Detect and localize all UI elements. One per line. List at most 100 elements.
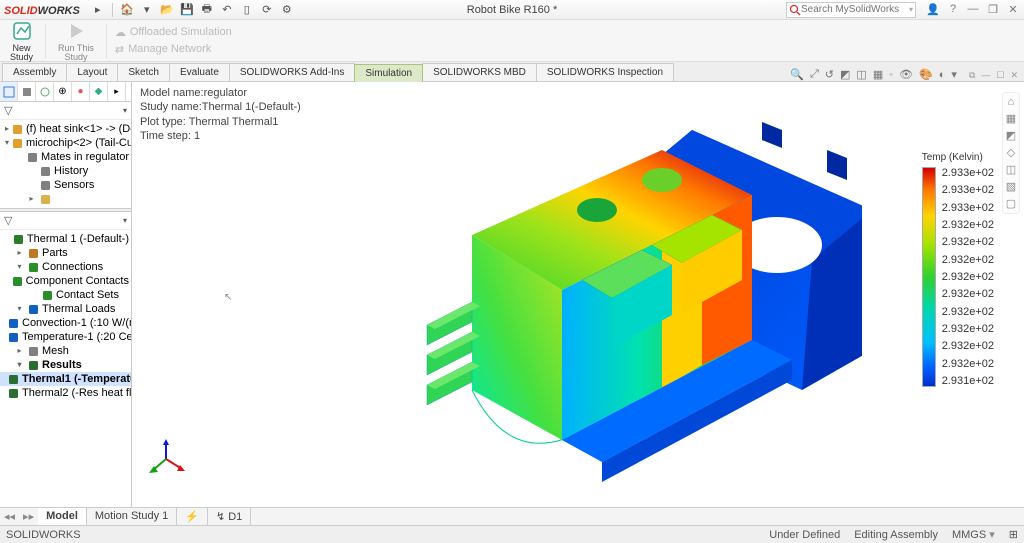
open-icon[interactable]: 📂 bbox=[159, 2, 175, 18]
tree-item[interactable]: Thermal 1 (-Default-) bbox=[0, 232, 131, 246]
doc-maximize-icon[interactable]: ☐ bbox=[994, 70, 1006, 81]
expand-icon[interactable]: ▾ bbox=[15, 263, 24, 272]
search-input[interactable] bbox=[801, 4, 909, 15]
new-file-icon[interactable]: ▾ bbox=[139, 2, 155, 18]
tab-solidworks-mbd[interactable]: SOLIDWORKS MBD bbox=[422, 63, 537, 81]
select-icon[interactable]: ▯ bbox=[239, 2, 255, 18]
cursor-icon: ↖ bbox=[224, 292, 232, 303]
bottom-tab-motion-study-1[interactable]: Motion Study 1 bbox=[87, 508, 177, 525]
options-icon[interactable]: ⚙ bbox=[279, 2, 295, 18]
tab-layout[interactable]: Layout bbox=[66, 63, 118, 81]
ribbon: New Study Run This Study ☁Offloaded Simu… bbox=[0, 20, 1024, 62]
legend-colorbar[interactable] bbox=[922, 167, 936, 387]
expand-icon[interactable]: ▸ bbox=[15, 347, 24, 356]
section-view-icon[interactable]: ◩ bbox=[840, 68, 850, 81]
close-icon[interactable]: ✕ bbox=[1006, 3, 1020, 16]
property-manager-tab[interactable] bbox=[18, 82, 36, 101]
feature-tree-tab[interactable] bbox=[0, 82, 18, 101]
home-icon[interactable]: 🏠 bbox=[119, 2, 135, 18]
bottom-tab-extra[interactable]: ⚡ bbox=[177, 508, 208, 525]
tab-nav-right[interactable]: ▸▸ bbox=[19, 510, 38, 523]
save-icon[interactable]: 💾 bbox=[179, 2, 195, 18]
expand-icon bbox=[6, 235, 10, 244]
expand-icon[interactable]: ▾ bbox=[15, 305, 24, 314]
expand-icon[interactable]: ▾ bbox=[15, 361, 24, 370]
doc-close-icon[interactable]: ✕ bbox=[1008, 70, 1020, 81]
filter-row[interactable]: ▽▾ bbox=[0, 102, 131, 120]
tree-item[interactable]: ▾Connections bbox=[0, 260, 131, 274]
tab-sketch[interactable]: Sketch bbox=[117, 63, 170, 81]
plot-info: Model name:regulator Study name:Thermal … bbox=[140, 86, 301, 143]
tree-item[interactable]: ▾Results bbox=[0, 358, 131, 372]
sim-tree-tab[interactable]: ◆ bbox=[90, 82, 108, 101]
user-icon[interactable]: 👤 bbox=[926, 3, 940, 16]
bottom-tab-extra[interactable]: ↯ D1 bbox=[208, 508, 251, 525]
tree-item[interactable]: Thermal1 (-Temperatur… bbox=[0, 372, 131, 386]
tree-item[interactable]: ▾microchip<2> (Tail-Cut<-… bbox=[0, 136, 131, 150]
minimize-icon[interactable]: — bbox=[966, 3, 980, 16]
expand-icon[interactable]: ▸ bbox=[15, 249, 24, 258]
display-manager-tab[interactable]: ● bbox=[72, 82, 90, 101]
tab-assembly[interactable]: Assembly bbox=[2, 63, 67, 81]
tree-item[interactable]: ▸ bbox=[0, 192, 131, 206]
tree-item[interactable]: ▾Thermal Loads bbox=[0, 302, 131, 316]
tree-item[interactable]: Thermal2 (-Res heat flux-… bbox=[0, 386, 131, 400]
restore-icon[interactable]: ❐ bbox=[986, 3, 1000, 16]
zoom-fit-icon[interactable]: 🔍 bbox=[790, 68, 804, 81]
tree-item[interactable]: Component Contacts bbox=[0, 274, 131, 288]
doc-minimize-icon[interactable]: — bbox=[979, 70, 992, 81]
tree-item[interactable]: ▸ Parts bbox=[0, 246, 131, 260]
doc-restore-icon[interactable]: ⧉ bbox=[967, 70, 977, 81]
tree-item[interactable]: History bbox=[0, 164, 131, 178]
tree-item[interactable]: ▸(f) heat sink<1> -> (Defa… bbox=[0, 122, 131, 136]
prev-view-icon[interactable]: ↺ bbox=[825, 68, 834, 81]
search-box[interactable]: ▾ bbox=[786, 2, 916, 18]
expand-icon[interactable]: ▸ bbox=[5, 125, 9, 134]
graphics-area[interactable]: Model name:regulator Study name:Thermal … bbox=[132, 82, 1024, 507]
hide-show-icon[interactable]: 👁 bbox=[899, 68, 913, 81]
taskpane-tab-3[interactable]: ◇ bbox=[1004, 146, 1018, 159]
tree-item[interactable]: ▸Mesh bbox=[0, 344, 131, 358]
tree-item[interactable]: Sensors bbox=[0, 178, 131, 192]
tab-evaluate[interactable]: Evaluate bbox=[169, 63, 230, 81]
dropdown-arrow-icon[interactable]: ▸ bbox=[90, 2, 106, 18]
status-mode: Editing Assembly bbox=[854, 529, 938, 541]
tree-item[interactable]: Convection-1 (:10 W/(m^… bbox=[0, 316, 131, 330]
expand-icon[interactable]: ▾ bbox=[5, 139, 9, 148]
zoom-area-icon[interactable]: ⤢ bbox=[810, 68, 819, 81]
status-units[interactable]: MMGS ▾ bbox=[952, 528, 995, 541]
edit-appearance-icon[interactable]: 🎨 bbox=[919, 68, 933, 81]
taskpane-tab-4[interactable]: ◫ bbox=[1004, 163, 1018, 176]
expand-tab[interactable]: ▸ bbox=[108, 82, 126, 101]
expand-icon[interactable]: ▸ bbox=[27, 195, 36, 204]
help-icon[interactable]: ? bbox=[946, 3, 960, 16]
tab-solidworks-inspection[interactable]: SOLIDWORKS Inspection bbox=[536, 63, 674, 81]
view-settings-icon[interactable]: ▾ bbox=[951, 68, 957, 81]
print-icon[interactable]: 🖶 bbox=[199, 2, 215, 18]
tree-item-label: Parts bbox=[42, 247, 68, 259]
tab-simulation[interactable]: Simulation bbox=[354, 64, 423, 82]
tab-nav-left[interactable]: ◂◂ bbox=[0, 510, 19, 523]
taskpane-tab-6[interactable]: ▢ bbox=[1004, 197, 1018, 210]
taskpane-tab-2[interactable]: ◩ bbox=[1004, 129, 1018, 142]
apply-scene-icon[interactable]: ◐ bbox=[939, 69, 946, 81]
search-dropdown-icon[interactable]: ▾ bbox=[909, 5, 913, 14]
view-triad[interactable] bbox=[146, 439, 186, 479]
tree-item[interactable]: Contact Sets bbox=[0, 288, 131, 302]
undo-icon[interactable]: ↶ bbox=[219, 2, 235, 18]
rebuild-icon[interactable]: ⟳ bbox=[259, 2, 275, 18]
taskpane-tab-1[interactable]: ▦ bbox=[1004, 112, 1018, 125]
bottom-tab-model[interactable]: Model bbox=[38, 508, 87, 525]
config-manager-tab[interactable] bbox=[36, 82, 54, 101]
tree-item[interactable]: Temperature-1 (:20 Celsi… bbox=[0, 330, 131, 344]
new-study-button[interactable]: New Study bbox=[6, 18, 37, 64]
tree-item[interactable]: Mates in regulator bbox=[0, 150, 131, 164]
status-extra-icon[interactable]: ⊞ bbox=[1009, 528, 1018, 541]
display-style-icon[interactable]: ▦ bbox=[873, 68, 883, 81]
tab-solidworks-add-ins[interactable]: SOLIDWORKS Add-Ins bbox=[229, 63, 355, 81]
filter-row-2[interactable]: ▽▾ bbox=[0, 212, 131, 230]
taskpane-tab-5[interactable]: ▧ bbox=[1004, 180, 1018, 193]
taskpane-tab-0[interactable]: ⌂ bbox=[1004, 96, 1018, 108]
view-orient-icon[interactable]: ◫ bbox=[856, 68, 866, 81]
dimxpert-tab[interactable]: ⊕ bbox=[54, 82, 72, 101]
